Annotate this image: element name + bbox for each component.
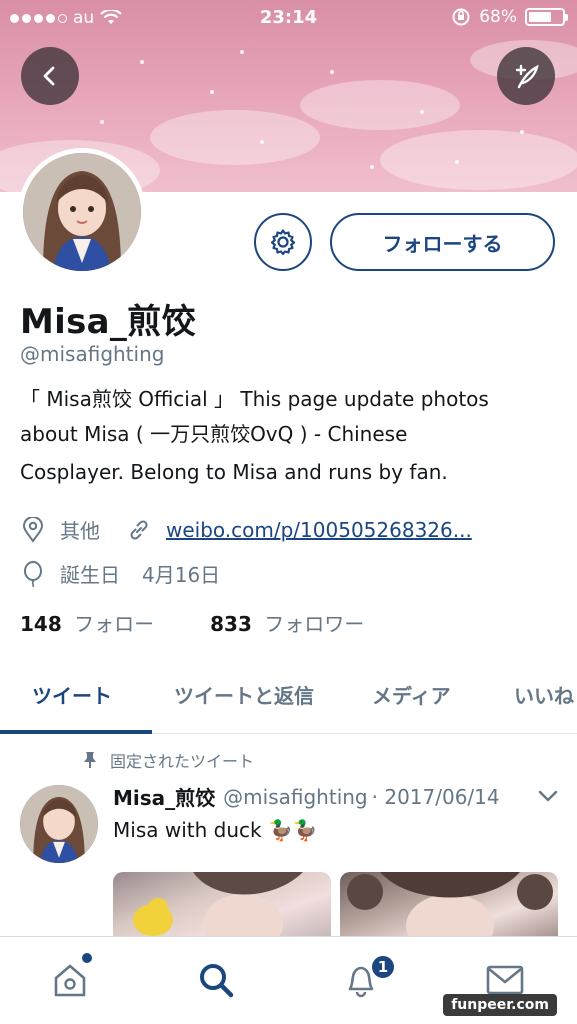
following-count: 148 (20, 612, 62, 636)
banner-sparkle (210, 90, 214, 94)
followers-count: 833 (210, 612, 252, 636)
banner-sparkle (330, 70, 334, 74)
tab-tweets[interactable]: ツイート (32, 680, 112, 709)
nav-search[interactable] (193, 957, 239, 1003)
banner-sparkle (420, 110, 424, 114)
tab-tweets-and-replies[interactable]: ツイートと返信 (174, 680, 314, 709)
battery-fill (529, 12, 551, 22)
battery-percent: 68% (479, 7, 517, 27)
balloon-icon (20, 560, 46, 587)
location-pin-icon (20, 516, 46, 543)
pin-icon (84, 752, 96, 768)
tweet-photo[interactable] (340, 872, 558, 936)
orientation-lock-icon (452, 8, 470, 26)
compose-tweet-button[interactable] (497, 47, 555, 105)
following-label: フォロー (74, 612, 155, 636)
banner-sparkle (260, 140, 264, 144)
banner-cloud (150, 110, 320, 165)
followers-count-link[interactable]: 833 フォロワー (210, 608, 364, 637)
tweet-date: · 2017/06/14 (371, 784, 500, 809)
tweet-text: Misa with duck 🦆🦆 (113, 818, 318, 842)
gear-icon (270, 229, 296, 256)
status-bar-right: 68% (451, 7, 568, 27)
profile-avatar[interactable] (18, 148, 146, 276)
chevron-down-icon (538, 790, 558, 802)
banner-cloud (300, 80, 460, 130)
birthday-date: 4月16日 (142, 563, 221, 587)
envelope-icon (486, 965, 524, 995)
tab-likes[interactable]: いいね (514, 680, 574, 709)
watermark: funpeer.com (443, 994, 557, 1016)
tweet-author-handle: @misafighting (223, 784, 368, 809)
pinned-tweet-label: 固定されたツイート (110, 752, 255, 771)
notification-badge: 1 (370, 954, 396, 980)
banner-sparkle (370, 165, 374, 169)
banner-sparkle (520, 130, 524, 134)
profile-birthday-row: 誕生日 4月16日 (20, 559, 220, 588)
home-new-content-dot (82, 953, 92, 963)
bio-line: 「 Misa煎饺 Official 」 This page update pho… (20, 387, 489, 411)
chevron-left-icon (43, 66, 55, 86)
home-icon (54, 964, 86, 997)
tab-media[interactable]: メディア (372, 680, 451, 709)
pinned-tweet-label-row: 固定されたツイート (82, 748, 254, 772)
tweet-author-avatar[interactable] (20, 785, 98, 863)
active-tab-indicator (0, 730, 152, 734)
tweet-header: Misa_煎饺 @misafighting · 2017/06/14 (113, 782, 500, 811)
profile-tabs: ツイート ツイートと返信 メディア いいね (0, 656, 577, 734)
profile-location: 其他 (60, 519, 100, 543)
back-button[interactable] (21, 47, 79, 105)
profile-location-row: 其他 weibo.com/p/100505268326... (20, 515, 472, 544)
banner-cloud (380, 130, 577, 190)
banner-sparkle (140, 60, 144, 64)
bio-line: Cosplayer. Belong to Misa and runs by fa… (20, 460, 448, 484)
follow-counts: 148 フォロー 833 フォロワー (20, 608, 364, 637)
profile-website-link[interactable]: weibo.com/p/100505268326... (166, 518, 472, 542)
bio-line: about Misa ( 一万只煎饺OvQ ) - Chinese (20, 422, 408, 446)
following-count-link[interactable]: 148 フォロー (20, 608, 154, 637)
compose-feather-icon (515, 64, 539, 89)
settings-button[interactable] (254, 213, 312, 271)
banner-sparkle (455, 160, 459, 164)
followers-label: フォロワー (264, 612, 365, 636)
banner-sparkle (240, 50, 244, 54)
nav-home[interactable] (47, 957, 93, 1003)
tweet-photo[interactable] (113, 872, 331, 936)
follow-button[interactable]: フォローする (330, 213, 555, 271)
profile-handle: @misafighting (20, 342, 165, 366)
status-bar: au 23:14 68% (0, 0, 577, 38)
battery-icon (525, 8, 568, 26)
search-icon (200, 964, 234, 998)
profile-display-name: Misa_煎饺 (20, 302, 196, 342)
tweet-options-button[interactable] (537, 788, 559, 808)
profile-bio: 「 Misa煎饺 Official 」 This page update pho… (20, 382, 565, 490)
link-icon (126, 517, 152, 543)
avatar-photo (23, 153, 141, 271)
banner-sparkle (100, 120, 104, 124)
tweet-author-name[interactable]: Misa_煎饺 (113, 782, 215, 811)
birthday-label: 誕生日 (60, 563, 120, 587)
